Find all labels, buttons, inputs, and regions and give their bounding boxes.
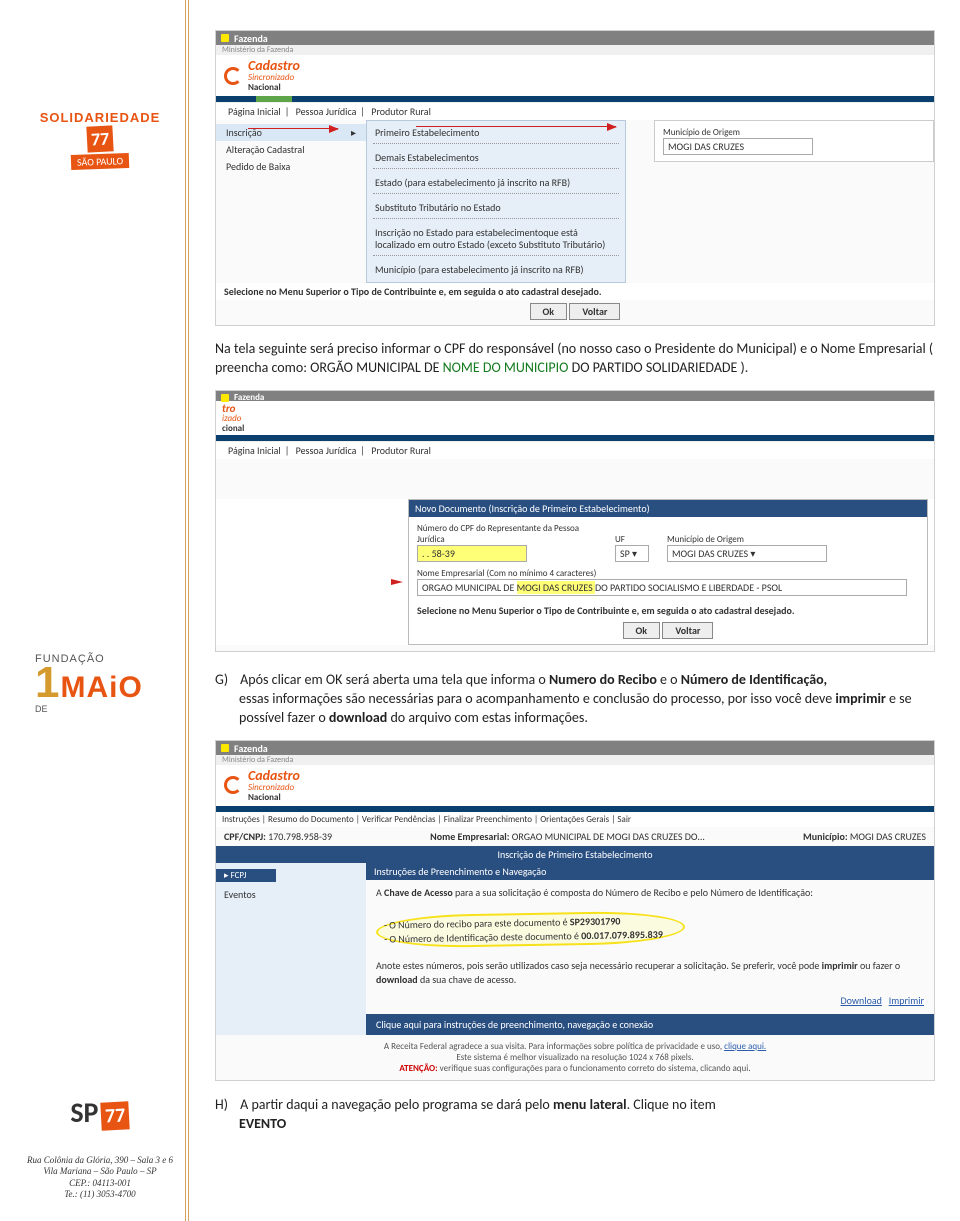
ok-button-2[interactable]: Ok [623,622,661,639]
paragraph-G: G) Após clicar em OK será aberta uma tel… [215,670,935,728]
callout-arrow-1 [248,128,338,129]
fazenda-header-2: Fazenda [216,391,934,401]
lbl-cpf: Número do CPF do Representante da Pessoa… [417,523,597,545]
ministerio-bar-3: Ministério da Fazenda [216,755,934,765]
side-eventos[interactable]: Eventos [224,888,358,901]
select-note-2: Selecione no Menu Superior o Tipo de Con… [409,602,927,619]
fundacao-1-maio-logo: FUNDAÇÃO 1MAiO DE [35,650,175,715]
instr-body: A Chave de Acesso para a sua solicitação… [366,880,934,1014]
form-cutoff: Município de Origem MOGI DAS CRUZES [654,120,934,162]
callout-arrow-2 [416,126,616,127]
instr-header: Instruções de Preenchimento e Navegação [366,863,934,880]
cadastro-o-icon-3 [224,776,242,794]
cadastro-brand-2: tro izado cional [216,401,934,435]
submenu-demais[interactable]: Demais Estabelecimentos [373,150,619,166]
solidariedade-logo: SOLIDARIEDADE 77 SÃO PAULO [30,110,170,169]
menu-inscricao[interactable]: Inscrição ▸ [216,124,366,141]
accent-bar-2 [216,435,934,441]
side-group-fcpj[interactable]: ▸ FCPJ [216,869,276,882]
nav-pj-2[interactable]: Pessoa Jurídica [292,444,361,457]
input-nome[interactable]: ORGAO MUNICIPAL DE MOGI DAS CRUZES DO PA… [417,579,907,596]
ok-button[interactable]: Ok [530,303,568,320]
submenu-municipio[interactable]: Município (para estabelecimento já inscr… [373,262,619,278]
cadastro-brand-3: Cadastro Sincronizado Nacional [216,765,934,806]
menu-alteracao[interactable]: Alteração Cadastral [216,141,366,158]
button-row: Ok Voltar [216,300,934,325]
page-footer: A Receita Federal agradece a sua visita.… [216,1035,934,1080]
screenshot-1: Fazenda Ministério da Fazenda Cadastro S… [215,30,935,326]
pj-menu: Inscrição ▸ Alteração Cadastral Pedido d… [216,120,366,283]
paragraph-H: H) A partir daqui a navegação pelo progr… [215,1095,935,1134]
side-menu: ▸ FCPJ Eventos [216,863,366,1035]
screenshot-2: Fazenda tro izado cional Página Inicial|… [215,390,935,652]
chevron-right-icon: ▸ [351,126,356,139]
sp-77-logo: SP 77 [55,1095,145,1130]
lbl-mun-2: Município de Origem [667,534,827,545]
nav-home-2[interactable]: Página Inicial [224,444,285,457]
fazenda-header-3: Fazenda [216,741,934,755]
lbl-uf: UF [615,534,649,545]
nav-home[interactable]: Página Inicial [224,105,285,118]
submenu-primeiro[interactable]: Primeiro Estabelecimento [373,125,619,141]
submenu-outro-estado[interactable]: Inscrição no Estado para estabelecimento… [373,225,619,253]
select-note: Selecione no Menu Superior o Tipo de Con… [216,283,934,300]
accent-bar-3 [216,806,934,812]
input-cpf[interactable]: . . 58-39 [417,545,527,562]
lbl-municipio: Município de Origem [663,127,925,138]
wizard-nav[interactable]: Instruções | Resumo do Documento | Verif… [216,812,934,827]
link-privacy[interactable]: clique aqui. [724,1041,766,1052]
sel-municipio[interactable]: MOGI DAS CRUZES [663,138,813,155]
submenu-subst[interactable]: Substituto Tributário no Estado [373,200,619,216]
select-uf[interactable]: SP ▾ [615,545,649,562]
doc-info-row: CPF/CNPJ: 170.798.958-39 Nome Empresaria… [216,827,934,846]
screenshot-3: Fazenda Ministério da Fazenda Cadastro S… [215,740,935,1081]
doc-title: Inscrição de Primeiro Estabelecimento [216,846,934,863]
link-download[interactable]: Download [840,994,881,1007]
footer-address: Rua Colônia da Glória, 390 – Sala 3 e 6 … [20,1155,180,1200]
nav-pr-2[interactable]: Produtor Rural [367,444,435,457]
fazenda-header: Fazenda [216,31,934,45]
margin-rule-1 [185,0,186,1221]
margin-rule-2 [188,0,189,1221]
submenu-estado[interactable]: Estado (para estabelecimento já inscrito… [373,175,619,191]
nav-pr[interactable]: Produtor Rural [367,105,435,118]
intro-paragraph: Na tela seguinte será preciso informar o… [215,340,935,378]
accent-bar [216,96,934,102]
cadastro-o-icon [224,67,242,85]
lbl-nome: Nome Empresarial (Com no mínimo 4 caract… [417,568,919,579]
novo-documento-panel: Novo Documento (Inscrição de Primeiro Es… [408,499,928,645]
instr-footer-link[interactable]: Clique aqui para instruções de preenchim… [366,1014,934,1035]
voltar-button[interactable]: Voltar [569,303,620,320]
panel-title: Novo Documento (Inscrição de Primeiro Es… [409,500,927,517]
highlight-ellipse: - O Número do recibo para este documento… [376,910,685,948]
voltar-button-2[interactable]: Voltar [662,622,713,639]
cadastro-brand: Cadastro Sincronizado Nacional [216,55,934,96]
top-nav-2: Página Inicial| Pessoa Jurídica| Produto… [216,441,934,459]
button-row-2: Ok Voltar [409,619,927,644]
menu-baixa[interactable]: Pedido de Baixa [216,158,366,175]
nav-pj[interactable]: Pessoa Jurídica [292,105,361,118]
select-mun[interactable]: MOGI DAS CRUZES ▾ [667,545,827,562]
ministerio-bar: Ministério da Fazenda [216,45,934,55]
top-nav: Página Inicial| Pessoa Jurídica| Produto… [216,102,934,120]
link-imprimir[interactable]: Imprimir [889,994,924,1007]
inscricao-submenu: Primeiro Estabelecimento Demais Estabele… [366,120,626,283]
